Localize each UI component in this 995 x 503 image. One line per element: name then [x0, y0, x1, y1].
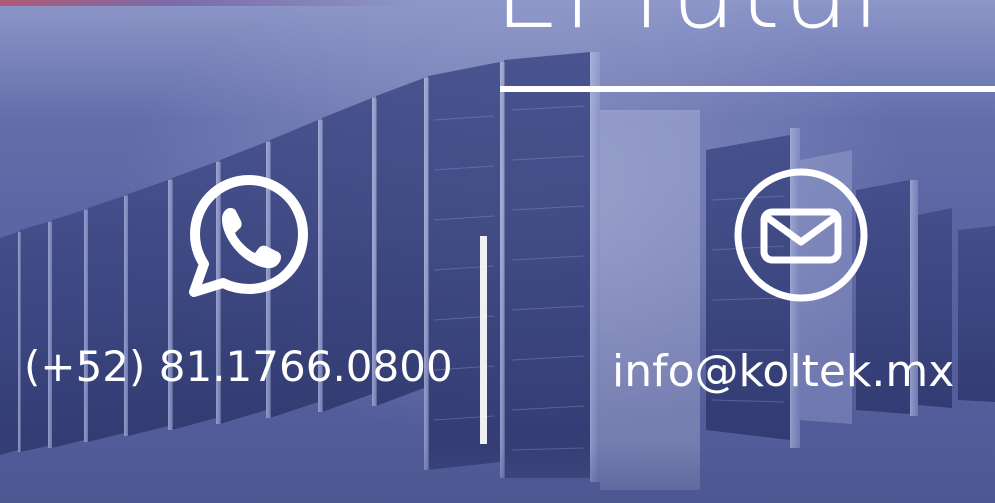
headline-underline	[500, 86, 995, 92]
phone-number[interactable]: (+52) 81.1766.0800	[24, 342, 453, 391]
email-address[interactable]: info@koltek.mx	[612, 346, 954, 397]
headline: El futur	[494, 0, 897, 44]
whatsapp-icon[interactable]	[186, 172, 312, 298]
contact-divider	[480, 236, 487, 444]
contact-banner: El futur (+52) 81.1766.0800 info@koltek.…	[0, 0, 995, 503]
mail-icon[interactable]	[732, 166, 870, 304]
top-accent-strip	[0, 0, 420, 6]
floor	[0, 443, 995, 503]
